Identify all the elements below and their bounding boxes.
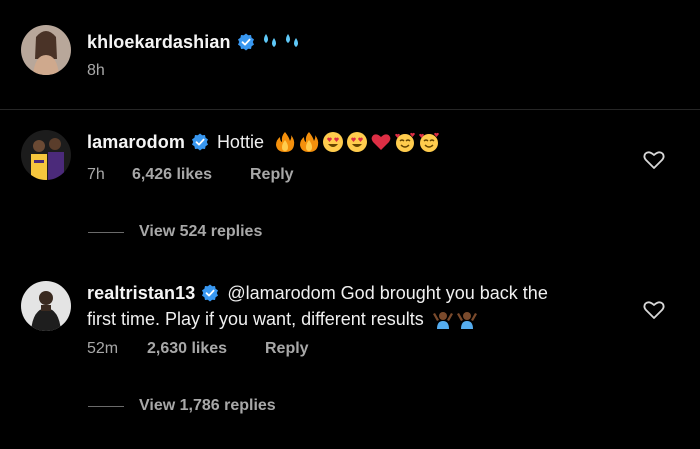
profile-photo-icon: [21, 281, 71, 331]
avatar-realtristan13[interactable]: [21, 281, 71, 331]
verified-badge-icon: [202, 284, 219, 302]
heart-eyes-emoji: [346, 132, 367, 152]
avatar-khloekardashian[interactable]: [21, 25, 71, 75]
post-time: 8h: [87, 62, 105, 79]
view-replies-button[interactable]: View 524 replies: [139, 223, 262, 241]
view-replies-button[interactable]: View 1,786 replies: [139, 397, 276, 415]
verified-badge-icon: [237, 33, 254, 51]
profile-photo-icon: [21, 130, 71, 180]
comment-text: Hottie: [216, 132, 264, 152]
smiling-hearts-emoji: [418, 132, 439, 152]
fire-emoji: [275, 132, 295, 152]
heart-eyes-emoji: [322, 132, 343, 152]
verified-badge-icon: [191, 133, 208, 151]
comment-text-line-2: first time. Play if you want, different …: [87, 309, 424, 329]
smiling-hearts-emoji: [394, 132, 415, 152]
view-replies-line: [88, 232, 124, 233]
comment-likes[interactable]: 2,630 likes: [147, 340, 265, 358]
sweat-droplets-emoji-pair: [263, 34, 298, 47]
reply-button[interactable]: Reply: [250, 166, 294, 184]
reply-button[interactable]: Reply: [265, 340, 309, 358]
comment-username[interactable]: realtristan13: [87, 283, 195, 304]
comment-time: 7h: [87, 166, 105, 183]
comment-time: 52m: [87, 340, 119, 357]
comment-username[interactable]: lamarodom: [87, 132, 185, 153]
comment-likes[interactable]: 6,426 likes: [132, 166, 250, 184]
red-heart-emoji: [371, 134, 391, 150]
fire-emoji: [299, 132, 319, 152]
like-heart-icon[interactable]: [643, 300, 665, 320]
avatar-lamarodom[interactable]: [21, 130, 71, 180]
profile-photo-icon: [21, 25, 71, 75]
person-shrugging-emoji: [456, 312, 477, 329]
comment-text-line-1: @lamarodom God brought you back the: [227, 283, 548, 303]
like-heart-icon[interactable]: [643, 150, 665, 170]
header-divider: [0, 109, 700, 110]
person-shrugging-emoji: [432, 312, 453, 329]
post-username[interactable]: khloekardashian: [87, 32, 231, 53]
view-replies-line: [88, 406, 124, 407]
